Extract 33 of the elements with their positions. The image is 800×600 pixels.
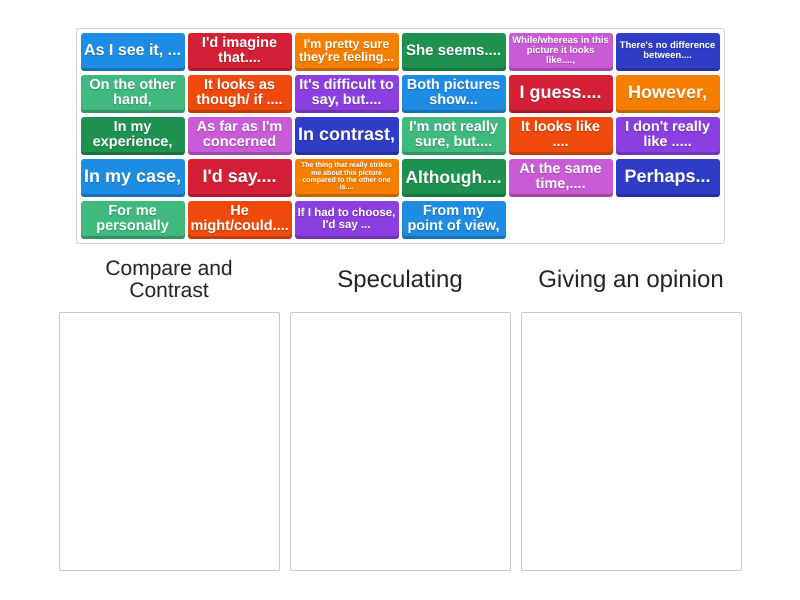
phrase-tile[interactable]: I'd imagine that.... [188, 33, 292, 71]
phrase-tile[interactable]: In my experience, [80, 117, 184, 155]
phrase-tile[interactable]: I don't really like ..... [616, 117, 720, 155]
phrase-tile[interactable]: There's no difference between.... [616, 33, 720, 71]
phrase-tile[interactable]: As far as I'm concerned [188, 117, 292, 155]
phrase-tile[interactable]: It looks like .... [508, 117, 612, 155]
phrase-tile[interactable]: I guess.... [508, 75, 612, 113]
phrase-tile[interactable]: While/whereas in this picture it looks like...., [508, 33, 612, 71]
drop-zone[interactable] [58, 312, 280, 571]
phrase-tile[interactable]: She seems.... [402, 33, 506, 71]
phrase-tile[interactable]: However, [616, 75, 720, 113]
phrase-tile[interactable]: If I had to choose, I'd say ... [294, 201, 398, 239]
phrase-tile[interactable]: As I see it, ... [80, 33, 184, 71]
phrase-tile[interactable]: I'd say.... [188, 159, 292, 197]
phrase-tile[interactable]: I'm not really sure, but.... [402, 117, 506, 155]
drop-zone[interactable] [290, 312, 510, 571]
phrase-tile[interactable]: In my case, [80, 159, 184, 197]
phrase-tile[interactable]: From my point of view, [402, 201, 506, 239]
phrase-tile[interactable]: Perhaps... [616, 159, 720, 197]
phrase-tile[interactable]: It's difficult to say, but.... [294, 75, 398, 113]
phrase-tile[interactable]: On the other hand, [80, 75, 184, 113]
phrase-tile[interactable]: It looks as though/ if .... [188, 75, 292, 113]
phrase-tile[interactable]: For me personally [80, 201, 184, 239]
phrase-tile[interactable]: At the same time,.... [508, 159, 612, 197]
category-heading: Speculating [337, 267, 463, 293]
phrase-tile[interactable]: Although.... [402, 159, 506, 197]
phrase-tile[interactable]: In contrast, [294, 117, 398, 155]
category-heading: Giving an opinion [538, 267, 724, 293]
drop-zone[interactable] [520, 312, 742, 571]
phrase-tile[interactable]: Both pictures show... [402, 75, 506, 113]
phrase-tile[interactable]: He might/could.... [188, 201, 292, 239]
category-heading: Compare and Contrast [104, 258, 234, 302]
phrase-tile[interactable]: I'm pretty sure they're feeling... [294, 33, 398, 71]
